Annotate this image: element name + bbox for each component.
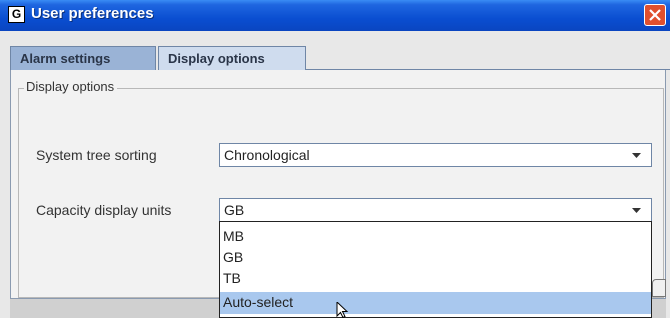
capacity-dropdown-list: MB GB TB Auto-select — [219, 221, 652, 318]
partial-button[interactable] — [652, 279, 666, 297]
close-button[interactable] — [644, 4, 666, 26]
dropdown-option-auto-select[interactable]: Auto-select — [220, 292, 651, 314]
tab-alarm-settings[interactable]: Alarm settings — [10, 46, 156, 70]
capacity-select-value: GB — [224, 202, 245, 218]
sorting-label: System tree sorting — [36, 147, 157, 163]
window-title: User preferences — [31, 5, 154, 22]
close-icon — [649, 9, 661, 21]
sorting-select[interactable]: Chronological — [219, 143, 652, 167]
tab-strip: Alarm settings Display options — [10, 46, 670, 70]
chevron-down-icon[interactable] — [632, 153, 641, 159]
dropdown-option-gb[interactable]: GB — [220, 247, 651, 268]
tab-display-options[interactable]: Display options — [158, 46, 306, 70]
sorting-select-value: Chronological — [224, 147, 310, 163]
app-logo-icon: G — [8, 6, 25, 23]
capacity-label: Capacity display units — [36, 202, 172, 218]
chevron-down-icon[interactable] — [632, 208, 641, 214]
title-bar[interactable]: G User preferences — [0, 0, 670, 32]
group-title: Display options — [24, 79, 118, 94]
mouse-cursor-icon — [336, 302, 349, 318]
dropdown-option-mb[interactable]: MB — [220, 226, 651, 247]
capacity-select[interactable]: GB — [219, 198, 652, 222]
dropdown-option-tb[interactable]: TB — [220, 268, 651, 289]
